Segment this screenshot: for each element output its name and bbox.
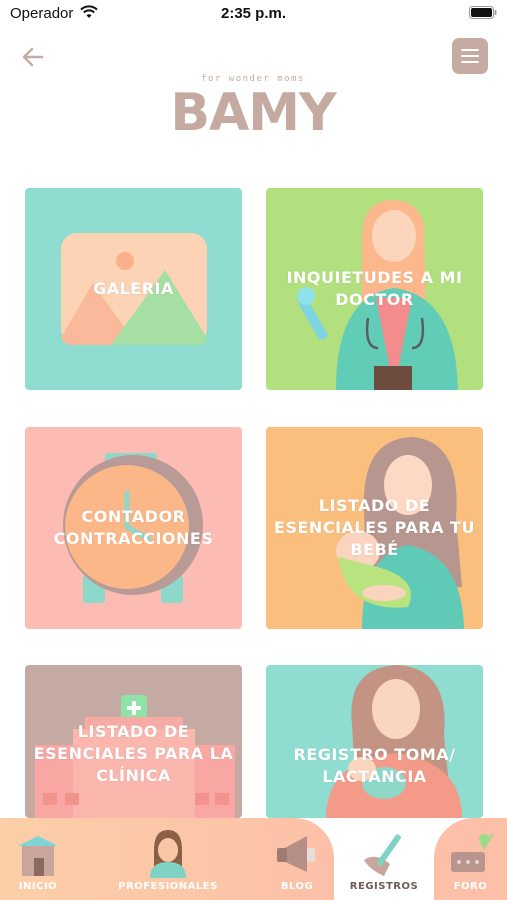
house-icon xyxy=(18,836,58,876)
tab-label: Blog xyxy=(280,881,314,892)
back-button[interactable] xyxy=(20,44,46,70)
hamburger-line-icon xyxy=(461,55,479,57)
tile-inquietudes[interactable]: Inquietudes a mi doctor xyxy=(266,188,483,390)
logo-wordmark: BAMY xyxy=(170,83,336,143)
hamburger-line-icon xyxy=(461,61,479,63)
tile-esenciales-bebe[interactable]: Listado de esenciales para tu bebé xyxy=(266,427,483,629)
app-logo: for wonder moms BAMY xyxy=(160,72,346,146)
tile-label: Inquietudes a mi doctor xyxy=(286,268,463,309)
pen-notebook-icon xyxy=(364,834,401,876)
tile-label: Galeria xyxy=(93,279,174,298)
tile-label: Listado de esenciales para la clínica xyxy=(33,721,234,785)
tile-label: Registro toma/ lactancia xyxy=(293,744,456,786)
tab-foro[interactable]: Foro xyxy=(434,818,507,900)
tile-contador[interactable]: Contador contracciones xyxy=(25,427,242,629)
menu-button[interactable] xyxy=(452,38,488,74)
tile-label: Contador contracciones xyxy=(53,507,214,548)
chat-heart-icon xyxy=(450,834,494,872)
tab-label: Registros xyxy=(349,881,419,892)
breastfeeding-icon xyxy=(326,665,462,818)
megaphone-icon xyxy=(277,836,315,872)
tab-inicio[interactable]: Inicio xyxy=(0,818,76,900)
tile-galeria[interactable]: Galeria xyxy=(25,188,242,390)
tab-profesionales[interactable]: Profesionales xyxy=(100,818,236,900)
tab-label: Profesionales xyxy=(118,881,218,892)
tab-label: Inicio xyxy=(18,881,58,892)
clock: 2:35 p.m. xyxy=(220,5,287,22)
tile-registro-lactancia[interactable]: Registro toma/ lactancia xyxy=(266,665,483,818)
battery-icon xyxy=(469,6,497,19)
tile-esenciales-clinica[interactable]: Listado de esenciales para la clínica xyxy=(25,665,242,818)
bottom-tab-bar: Inicio Profesionales Blog Registros xyxy=(0,818,507,900)
tab-registros[interactable]: Registros xyxy=(338,818,430,900)
status-bar: Operador 2:35 p.m. xyxy=(0,0,507,30)
hamburger-line-icon xyxy=(461,49,479,51)
tab-label: Foro xyxy=(453,881,488,892)
nurse-icon xyxy=(150,830,186,878)
tile-label: Listado de esenciales para tu bebé xyxy=(274,496,475,559)
tab-blog[interactable]: Blog xyxy=(264,818,330,900)
